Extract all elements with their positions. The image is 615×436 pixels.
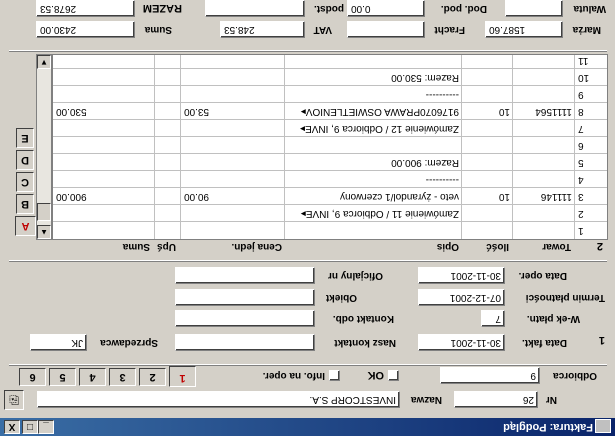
nr-label: Nr (545, 394, 557, 405)
data-fakt-label: Data fakt. (521, 337, 567, 348)
col-header-towar: Towar (542, 241, 571, 252)
scroll-thumb[interactable] (37, 203, 51, 221)
suma-field[interactable]: 2430.00 (36, 21, 135, 38)
odbiorca-label: Odbiorca (553, 370, 597, 381)
table-row[interactable]: 3 111146 10 veto - żyrandol/1 czerwony 9… (53, 187, 607, 205)
razem-label: RAZEM (142, 2, 182, 14)
fracht-label: Fracht (434, 24, 465, 35)
termin-field[interactable]: 07-12-2001 (418, 289, 505, 306)
tab-3[interactable]: 3 (109, 368, 136, 386)
table-row[interactable]: 6 (53, 136, 607, 154)
table-row[interactable]: 8 1111564 10 9176070PRAWA OSWIETLENIOV▸ … (53, 102, 607, 120)
razem-field[interactable]: 2678.53 (36, 0, 135, 17)
scroll-down-icon[interactable]: ▼ (37, 55, 51, 69)
odbiorca-field[interactable]: 9 (440, 367, 540, 384)
sprzedawca-field[interactable]: JK (30, 334, 87, 351)
tab-2[interactable]: 2 (139, 368, 166, 386)
title-bar: Faktura: Podgląd _ □ X (0, 418, 615, 436)
side-tab-d[interactable]: D (16, 150, 34, 170)
podst-label: podst. (314, 3, 344, 14)
marza-label: Marża (572, 24, 601, 35)
separator (9, 260, 607, 262)
scroll-up-icon[interactable]: ▲ (37, 225, 51, 239)
ok-label: OK (367, 369, 385, 381)
obiekt-label: Obiekt (325, 292, 357, 303)
kontakt-odb-field[interactable] (175, 310, 315, 327)
sprzedawca-label: Sprzedawca (100, 337, 158, 348)
close-button[interactable]: X (4, 420, 20, 434)
data-fakt-field[interactable]: 30-11-2001 (418, 334, 505, 351)
vat-label: VAT (313, 24, 332, 35)
ok-checkbox[interactable] (388, 370, 399, 381)
minimize-button[interactable]: _ (38, 420, 54, 434)
section-2-number: 2 (596, 240, 603, 252)
table-row[interactable]: 11 (53, 54, 607, 69)
table-row[interactable]: 1 (53, 221, 607, 239)
col-header-cena: Cena jedn. (231, 241, 282, 252)
oficjalny-label: Oficjalny nr (327, 270, 383, 281)
info-checkbox[interactable] (329, 370, 340, 381)
oficjalny-field[interactable] (175, 267, 315, 284)
maximize-button[interactable]: □ (22, 420, 38, 434)
kontakt-odb-label: Kontakt odb. (332, 313, 394, 324)
nr-field[interactable]: 26 (454, 391, 538, 408)
table-row[interactable]: 10 Razem: 530.00 (53, 68, 607, 86)
col-header-ilosc: Ilość (486, 241, 509, 252)
info-label: Info. na oper. (262, 370, 325, 381)
side-tab-c[interactable]: C (16, 172, 34, 192)
separator (9, 364, 607, 366)
waluta-label: Waluta (573, 3, 606, 14)
table-scrollbar[interactable]: ▲ ▼ (36, 54, 52, 240)
col-header-ups: Upś (157, 241, 176, 252)
wek-label: W-ek płatn. (526, 313, 580, 324)
dod-pod-field[interactable]: 0.00 (347, 0, 425, 17)
wek-field[interactable]: 7 (481, 310, 505, 327)
data-oper-field[interactable]: 30-11-2001 (418, 267, 505, 284)
separator (9, 50, 607, 52)
podst-field[interactable] (205, 0, 305, 17)
table-row[interactable]: 9 ---------- (53, 85, 607, 103)
tab-1[interactable]: 1 (169, 366, 196, 387)
table-row[interactable]: 4 ---------- (53, 170, 607, 188)
side-tab-b[interactable]: B (16, 194, 34, 214)
col-header-suma: Suma (122, 241, 150, 252)
col-header-opis: Opis (436, 241, 459, 252)
waluta-field[interactable] (505, 0, 563, 17)
section-1-number: 1 (598, 334, 605, 346)
nazwa-label: Nazwa (410, 394, 442, 405)
termin-label: Termin płatności (525, 292, 605, 303)
line-items-table[interactable]: 1 2 Zamówienie 11 / Odbiorca 9, INVE▸ 3 … (52, 54, 608, 240)
window-title: Faktura: Podgląd (503, 421, 593, 433)
data-oper-label: Data oper. (518, 270, 567, 281)
tab-4[interactable]: 4 (79, 368, 106, 386)
tab-6[interactable]: 6 (19, 368, 46, 386)
table-row[interactable]: 2 Zamówienie 11 / Odbiorca 9, INVE▸ (53, 204, 607, 222)
table-row[interactable]: 5 Razem: 900.00 (53, 153, 607, 171)
marza-field[interactable]: 1587.60 (485, 21, 563, 38)
suma-label: Suma (144, 24, 172, 35)
side-tab-e[interactable]: E (16, 128, 34, 148)
vat-field[interactable]: 248.53 (220, 21, 305, 38)
nasz-kontakt-label: Nasz kontakt (334, 337, 396, 348)
dod-pod-label: Dod. pod. (440, 3, 487, 14)
table-row[interactable]: 7 Zamówienie 12 / Odbiorca 9, INVE▸ (53, 119, 607, 137)
fracht-field[interactable] (347, 21, 425, 38)
window-icon[interactable] (595, 419, 611, 433)
tab-5[interactable]: 5 (49, 368, 76, 386)
attachment-icon[interactable]: ⎘ (4, 390, 24, 410)
nasz-kontakt-field[interactable] (175, 334, 315, 351)
obiekt-field[interactable] (175, 289, 315, 306)
nazwa-field[interactable]: INVESTCORP S.A. (37, 391, 400, 408)
side-tab-a[interactable]: A (15, 216, 36, 236)
